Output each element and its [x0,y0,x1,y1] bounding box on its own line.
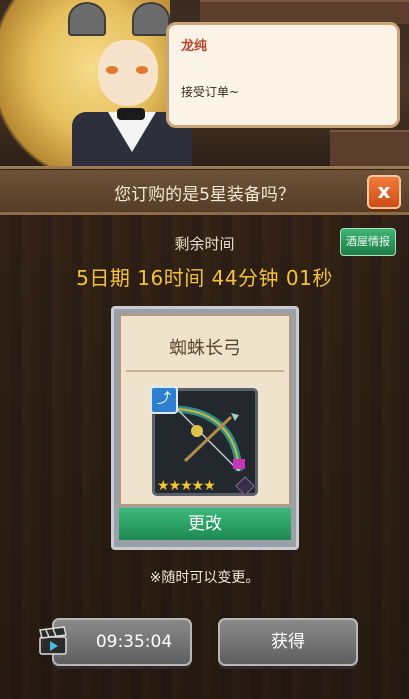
character-bowtie [117,108,145,120]
speech-bubble: 龙纯 接受订单~ [166,22,400,128]
change-button[interactable]: 更改 [119,508,291,540]
ad-timer: 09:35:04 [95,632,173,652]
tavern-counter [330,130,409,170]
video-clapper-icon [39,626,67,655]
item-name: 蜘蛛长弓 [169,338,241,359]
close-button[interactable]: x [367,175,401,209]
item-card-divider [126,370,284,372]
speech-message: 接受订单~ [181,85,240,99]
character-eye-left [106,66,118,74]
bow-class-icon: ⤴ [150,386,178,414]
panel-title: 您订购的是5星装备吗？ [114,185,295,205]
remaining-time-value: 5日期 16时间 44分钟 01秒 [76,266,333,290]
watch-ad-button[interactable]: 09:35:04 [52,618,192,666]
character-eye-right [136,66,148,74]
character-horn-left [68,2,106,36]
character-face [98,40,158,106]
character-horn-right [132,2,170,36]
speaker-name: 龙纯 [181,39,208,54]
remaining-time-label: 剩余时间 [174,235,235,253]
tavern-shelf [200,0,409,24]
panel-header: 您订购的是5星装备吗？ x [0,170,409,215]
claim-button[interactable]: 获得 [218,618,358,666]
change-note: ※随时可以变更。 [149,570,260,586]
character-scene: 龙纯 接受订单~ [0,0,409,170]
star-rating: ★★★★★ [157,478,216,494]
close-icon: x [377,179,391,203]
